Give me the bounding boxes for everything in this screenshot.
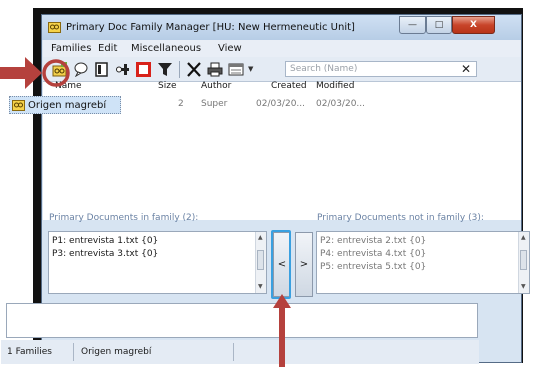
scroll-down-icon[interactable]: ▼ <box>258 283 263 290</box>
delete-icon[interactable] <box>186 62 202 77</box>
toolbar: ▼ Search (Name) ✕ <box>43 57 521 82</box>
menu-edit[interactable]: Edit <box>98 43 117 54</box>
search-input[interactable]: Search (Name) ✕ <box>285 61 477 77</box>
list-item[interactable]: P3: entrevista 3.txt {0} <box>52 249 158 259</box>
menu-view[interactable]: View <box>218 43 242 54</box>
family-author-cell: Super <box>201 99 228 109</box>
in-family-label: Primary Documents in family (2): <box>49 213 199 223</box>
status-count: 1 Families <box>7 347 52 357</box>
column-size[interactable]: Size <box>158 81 176 91</box>
maximize-button[interactable]: □ <box>426 16 452 34</box>
family-modified-cell: 02/03/20... <box>316 99 366 109</box>
close-button[interactable]: X <box>452 16 495 34</box>
family-created-cell: 02/03/20... <box>256 99 306 109</box>
scroll-thumb[interactable] <box>257 250 264 270</box>
comment-icon[interactable] <box>73 62 89 77</box>
view-icon[interactable] <box>228 62 244 77</box>
comment-field[interactable] <box>6 303 478 338</box>
not-in-family-label: Primary Documents not in family (3): <box>317 213 484 223</box>
menu-miscellaneous[interactable]: Miscellaneous <box>131 43 201 54</box>
link-icon[interactable] <box>115 62 131 77</box>
scroll-up-icon[interactable]: ▲ <box>521 234 526 241</box>
scroll-thumb[interactable] <box>520 250 527 270</box>
family-size-cell: 2 <box>178 99 184 109</box>
highlight-box <box>271 230 291 299</box>
list-item[interactable]: P1: entrevista 1.txt {0} <box>52 236 158 246</box>
column-created[interactable]: Created <box>271 81 307 91</box>
not-in-family-scrollbar[interactable]: ▲ ▼ <box>518 232 529 293</box>
toolbar-separator <box>179 61 180 78</box>
stop-icon[interactable] <box>136 62 152 77</box>
family-app-icon <box>48 22 61 33</box>
in-family-scrollbar[interactable]: ▲ ▼ <box>255 232 266 293</box>
print-icon[interactable] <box>207 62 223 77</box>
list-item[interactable]: P2: entrevista 2.txt {0} <box>320 236 426 246</box>
column-modified[interactable]: Modified <box>316 81 354 91</box>
menu-bar: Families Edit Miscellaneous View <box>43 40 521 57</box>
column-author[interactable]: Author <box>201 81 231 91</box>
in-family-list[interactable]: P1: entrevista 1.txt {0} P3: entrevista … <box>48 231 267 294</box>
annotation-up-arrow-icon <box>273 294 291 367</box>
list-item[interactable]: P5: entrevista 5.txt {0} <box>320 262 426 272</box>
not-in-family-list[interactable]: P2: entrevista 2.txt {0} P4: entrevista … <box>316 231 530 294</box>
add-to-family-button[interactable]: > <box>295 232 313 297</box>
status-current-family: Origen magrebí <box>81 347 152 357</box>
scroll-up-icon[interactable]: ▲ <box>258 234 263 241</box>
scroll-down-icon[interactable]: ▼ <box>521 283 526 290</box>
minimize-button[interactable]: — <box>399 16 426 34</box>
open-icon[interactable] <box>94 62 110 77</box>
search-placeholder: Search (Name) <box>290 64 358 74</box>
window-title: Primary Doc Family Manager [HU: New Herm… <box>66 22 355 33</box>
filter-icon[interactable] <box>157 62 173 77</box>
title-bar[interactable]: Primary Doc Family Manager [HU: New Herm… <box>42 15 521 40</box>
annotation-arrow-icon <box>0 57 70 89</box>
clear-search-icon[interactable]: ✕ <box>461 62 471 76</box>
status-bar: 1 Families Origen magrebí <box>1 340 479 364</box>
list-item[interactable]: P4: entrevista 4.txt {0} <box>320 249 426 259</box>
status-divider <box>233 343 234 361</box>
status-divider <box>73 343 74 361</box>
view-dropdown-icon[interactable]: ▼ <box>248 65 253 73</box>
